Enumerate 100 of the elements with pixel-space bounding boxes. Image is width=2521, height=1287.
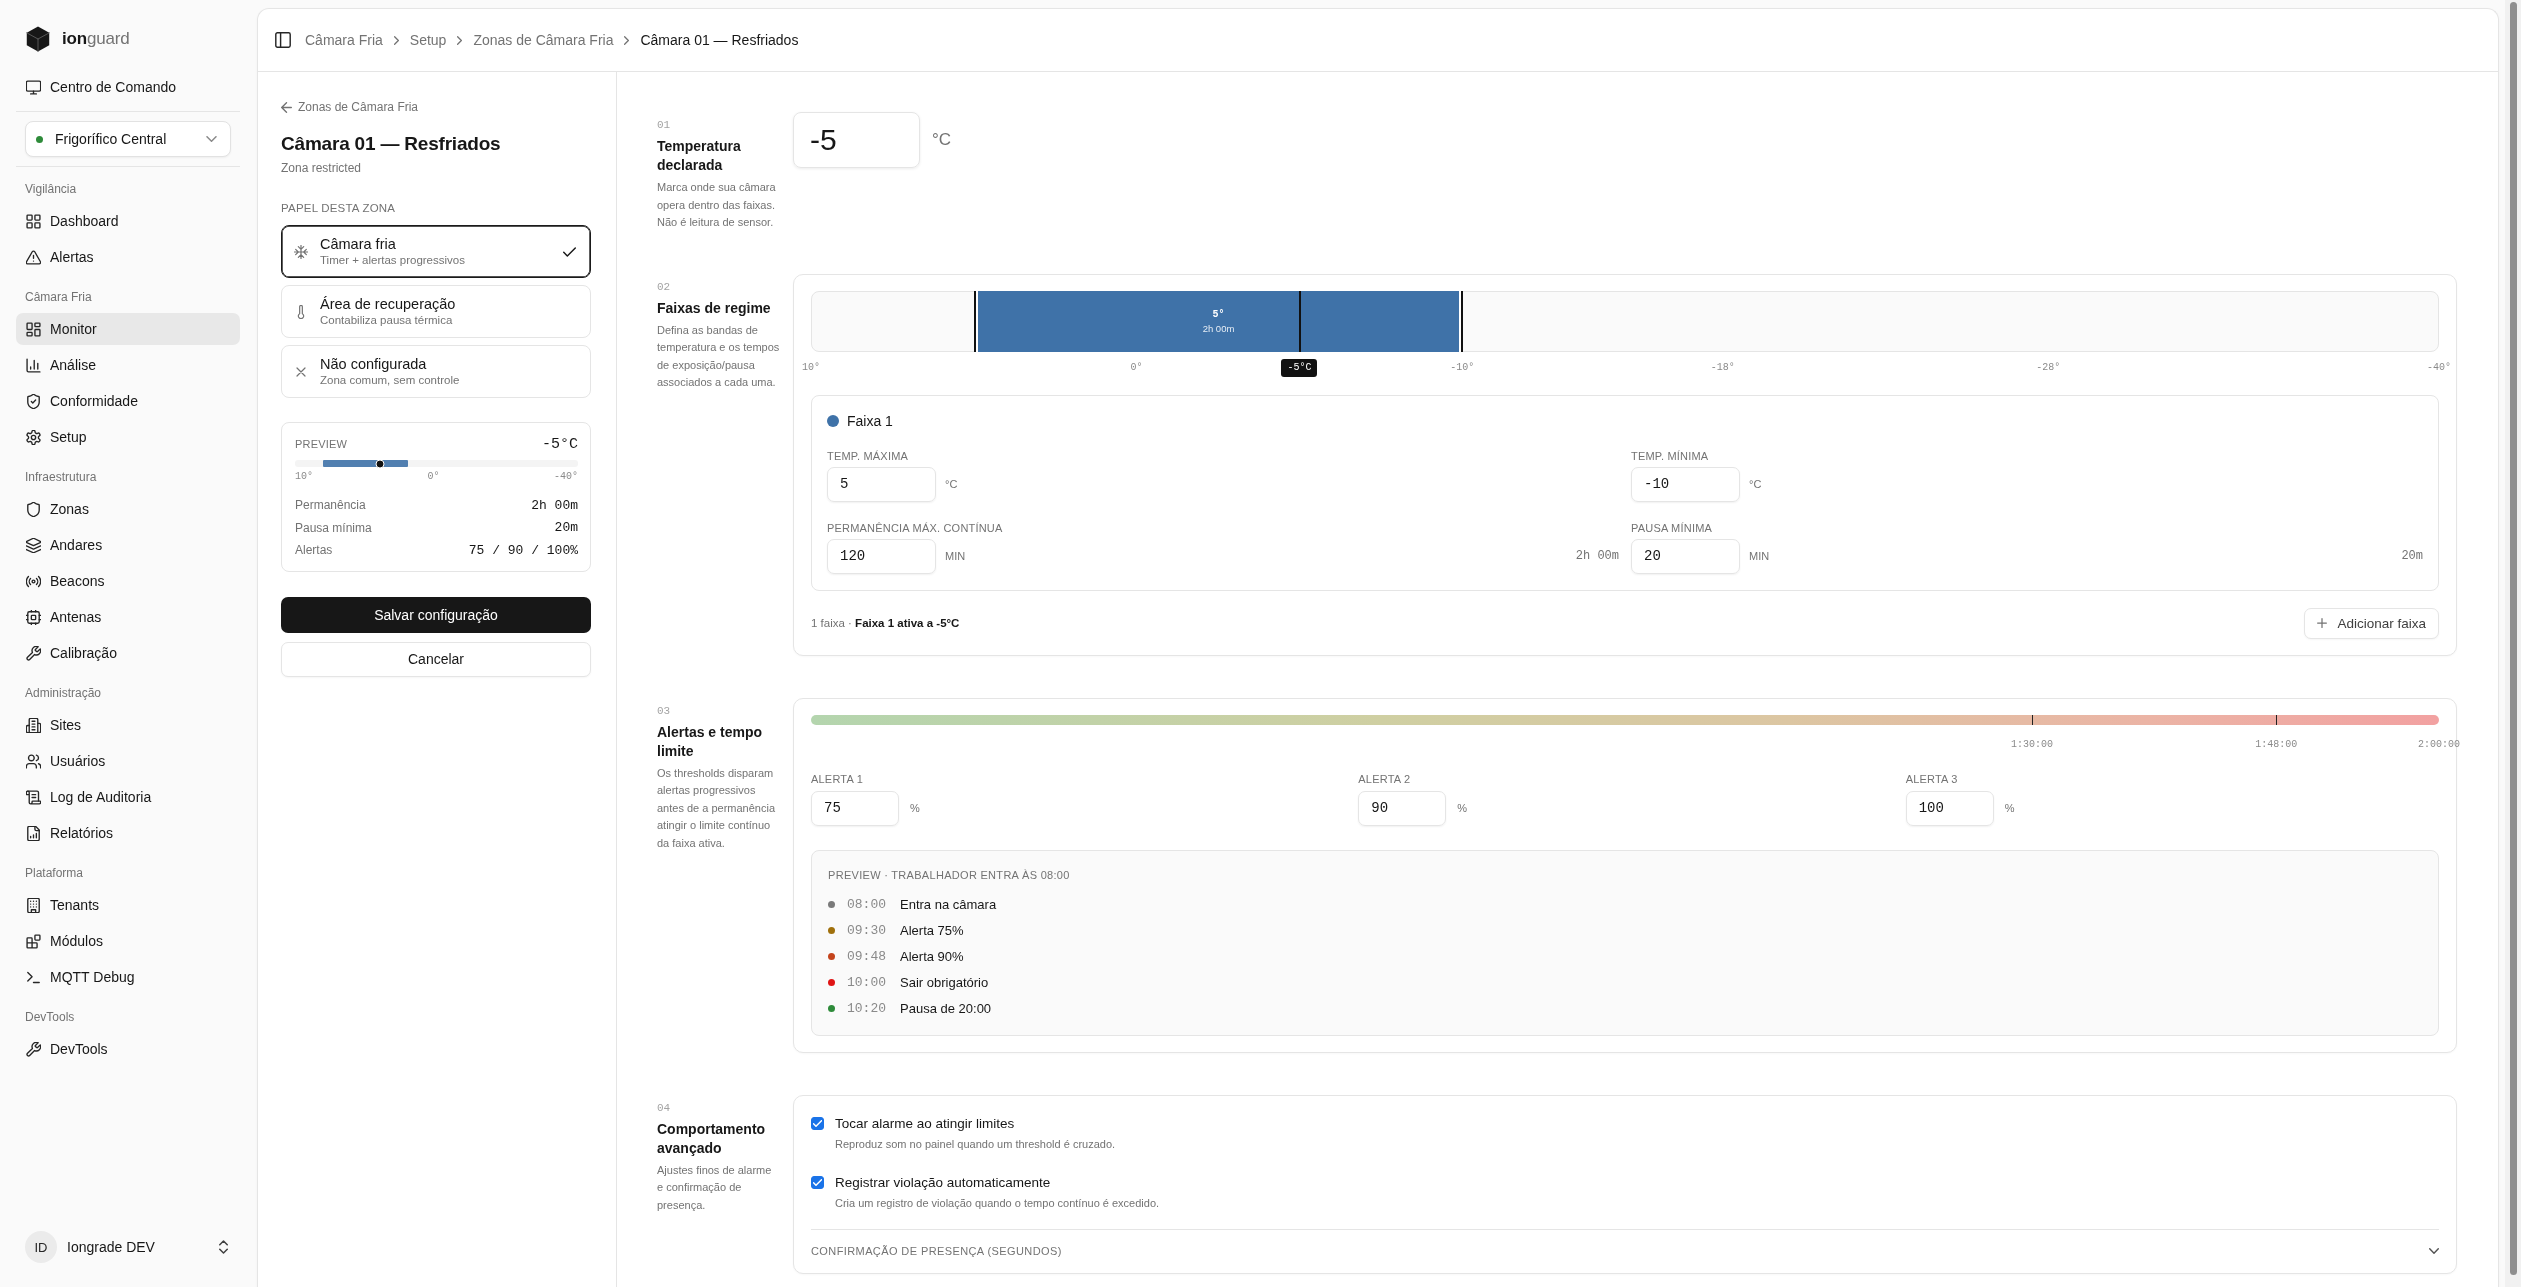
nav-item[interactable]: DevTools xyxy=(16,1033,240,1065)
brand-name: ionguard xyxy=(62,29,130,49)
warning-triangle-icon xyxy=(26,249,41,265)
nav-item[interactable]: Beacons xyxy=(16,565,240,597)
zone-role-option[interactable]: Câmara fria Timer + alertas progressivos xyxy=(281,225,591,278)
layers-icon xyxy=(26,537,41,553)
input-field[interactable]: 120 xyxy=(827,538,936,574)
nav-item[interactable]: Usuários xyxy=(16,745,240,777)
monitor-icon xyxy=(26,79,41,95)
terminal-icon xyxy=(26,969,41,985)
nav-item[interactable]: Zonas xyxy=(16,493,240,525)
axis-label: -40° xyxy=(553,471,578,483)
band-handle[interactable] xyxy=(973,290,976,352)
blocks-icon xyxy=(26,933,41,949)
axis-label: -18° xyxy=(1710,361,1735,374)
cube-logo-icon xyxy=(26,26,50,52)
back-link[interactable]: Zonas de Câmara Fria xyxy=(281,99,419,115)
section-number: 02 xyxy=(657,279,672,294)
input-field[interactable]: -10 xyxy=(1631,466,1740,502)
temperature-input[interactable]: -5 xyxy=(793,112,920,168)
add-band-button[interactable]: Adicionar faixa xyxy=(2304,607,2439,639)
plus-icon xyxy=(2317,618,2328,628)
sidebar-toggle-icon[interactable] xyxy=(275,32,291,48)
grid-icon xyxy=(26,213,41,229)
bar-chart-icon xyxy=(26,357,41,373)
input-field[interactable]: 90 xyxy=(1358,790,1447,826)
nav-group-label: Vigilância xyxy=(24,181,78,198)
site-selector[interactable]: Frigorífico Central xyxy=(25,121,231,157)
user-name[interactable]: Iongrade DEV xyxy=(67,1239,155,1255)
nav-item[interactable]: Alertas xyxy=(16,241,240,273)
axis-label: 10° xyxy=(295,471,313,483)
buildings-icon xyxy=(26,717,41,733)
save-button[interactable]: Salvar configuração xyxy=(281,596,591,633)
input-field[interactable]: 100 xyxy=(1905,790,1994,826)
stat-value: 2h 00m xyxy=(531,497,578,513)
nav-item[interactable]: Relatórios xyxy=(16,817,240,849)
field-label: TEMP. MÁXIMA xyxy=(827,448,910,463)
cancel-button[interactable]: Cancelar xyxy=(281,641,591,677)
wrench-icon xyxy=(26,1041,41,1057)
band-handle[interactable] xyxy=(1461,290,1464,352)
nav-group-label: Administração xyxy=(24,685,103,702)
axis-label: 10° xyxy=(802,361,820,374)
unit-label: MIN xyxy=(945,550,966,562)
nav-item[interactable]: Setup xyxy=(16,421,240,453)
option-label: Tocar alarme ao atingir limites xyxy=(835,1114,1016,1133)
scrollbar-thumb[interactable] xyxy=(2509,2,2517,1275)
range-track[interactable]: 5° 2h 00m xyxy=(811,290,2439,352)
nav-item[interactable]: Andares xyxy=(16,529,240,561)
zone-role-option[interactable]: Área de recuperação Contabiliza pausa térmica xyxy=(281,285,591,338)
band-duration: 2h 00m xyxy=(1202,322,1235,334)
breadcrumb-link[interactable]: Câmara 01 — Resfriados xyxy=(640,32,799,48)
chevrons-up-down-icon[interactable] xyxy=(219,1240,228,1254)
nav-item[interactable]: Tenants xyxy=(16,889,240,921)
page-title: Câmara 01 — Resfriados xyxy=(281,132,502,156)
nav-item[interactable]: Módulos xyxy=(16,925,240,957)
chevron-right-icon xyxy=(393,35,399,45)
event-label: Pausa de 20:00 xyxy=(900,1001,992,1016)
section-title: Temperatura declarada xyxy=(657,137,742,175)
stat-value: 75 / 90 / 100% xyxy=(468,542,578,558)
event-time: 09:48 xyxy=(847,949,886,964)
breadcrumb-link[interactable]: Zonas de Câmara Fria xyxy=(473,32,614,48)
nav-item[interactable]: Antenas xyxy=(16,601,240,633)
checkbox[interactable] xyxy=(811,1117,824,1130)
axis-label: -40° xyxy=(2427,361,2451,374)
option-description: Cria um registro de violação quando o tempo contínuo é excedido. xyxy=(835,1195,1160,1211)
scrollbar-track[interactable] xyxy=(2505,0,2521,1287)
duration-reading: 2h 00m xyxy=(1575,549,1619,563)
breadcrumb-link[interactable]: Câmara Fria xyxy=(305,32,383,48)
input-field[interactable]: 5 xyxy=(827,466,936,502)
section-description: Marca onde sua câmara opera dentro das faixas. Não é leitura de sensor. xyxy=(657,180,777,230)
nav-group-label: Infraestrutura xyxy=(24,469,98,486)
nav-item[interactable]: Centro de Comando xyxy=(16,71,240,103)
field-label: ALERTA 2 xyxy=(1358,771,1412,786)
field-label: ALERTA 3 xyxy=(1905,771,1959,786)
preview-reading: -5°C xyxy=(542,435,578,453)
axis-label: 0° xyxy=(1130,361,1143,374)
nav-item[interactable]: Sites xyxy=(16,709,240,741)
scroll-icon xyxy=(26,789,41,805)
breadcrumb-link[interactable]: Setup xyxy=(409,32,447,48)
option-description: Reproduz som no painel quando um threshold é cruzado. xyxy=(835,1136,1116,1152)
duration-reading: 20m xyxy=(2401,549,2423,563)
nav-item[interactable]: Monitor xyxy=(16,313,240,345)
checkbox[interactable] xyxy=(811,1176,824,1189)
zone-role-option[interactable]: Não configurada Zona comum, sem controle xyxy=(281,345,591,398)
input-field[interactable]: 75 xyxy=(811,790,899,826)
chevron-down-icon xyxy=(2429,1247,2439,1254)
accordion-header[interactable]: CONFIRMAÇÃO DE PRESENÇA (SEGUNDOS) xyxy=(811,1240,2439,1261)
nav-item[interactable]: Calibração xyxy=(16,637,240,669)
nav-item[interactable]: MQTT Debug xyxy=(16,961,240,993)
event-label: Alerta 90% xyxy=(900,949,964,964)
nav-item[interactable]: Log de Auditoria xyxy=(16,781,240,813)
nav-item[interactable]: Análise xyxy=(16,349,240,381)
input-field[interactable]: 20 xyxy=(1631,538,1740,574)
temperature-band[interactable]: 5° 2h 00m xyxy=(974,290,1463,352)
nav-group-label: DevTools xyxy=(24,1009,76,1026)
user-avatar[interactable]: ID xyxy=(25,1231,57,1263)
nav-item[interactable]: Conformidade xyxy=(16,385,240,417)
nav-item[interactable]: Dashboard xyxy=(16,205,240,237)
option-label: Registrar violação automaticamente xyxy=(835,1173,1052,1192)
nav-group-label: Câmara Fria xyxy=(24,289,93,306)
